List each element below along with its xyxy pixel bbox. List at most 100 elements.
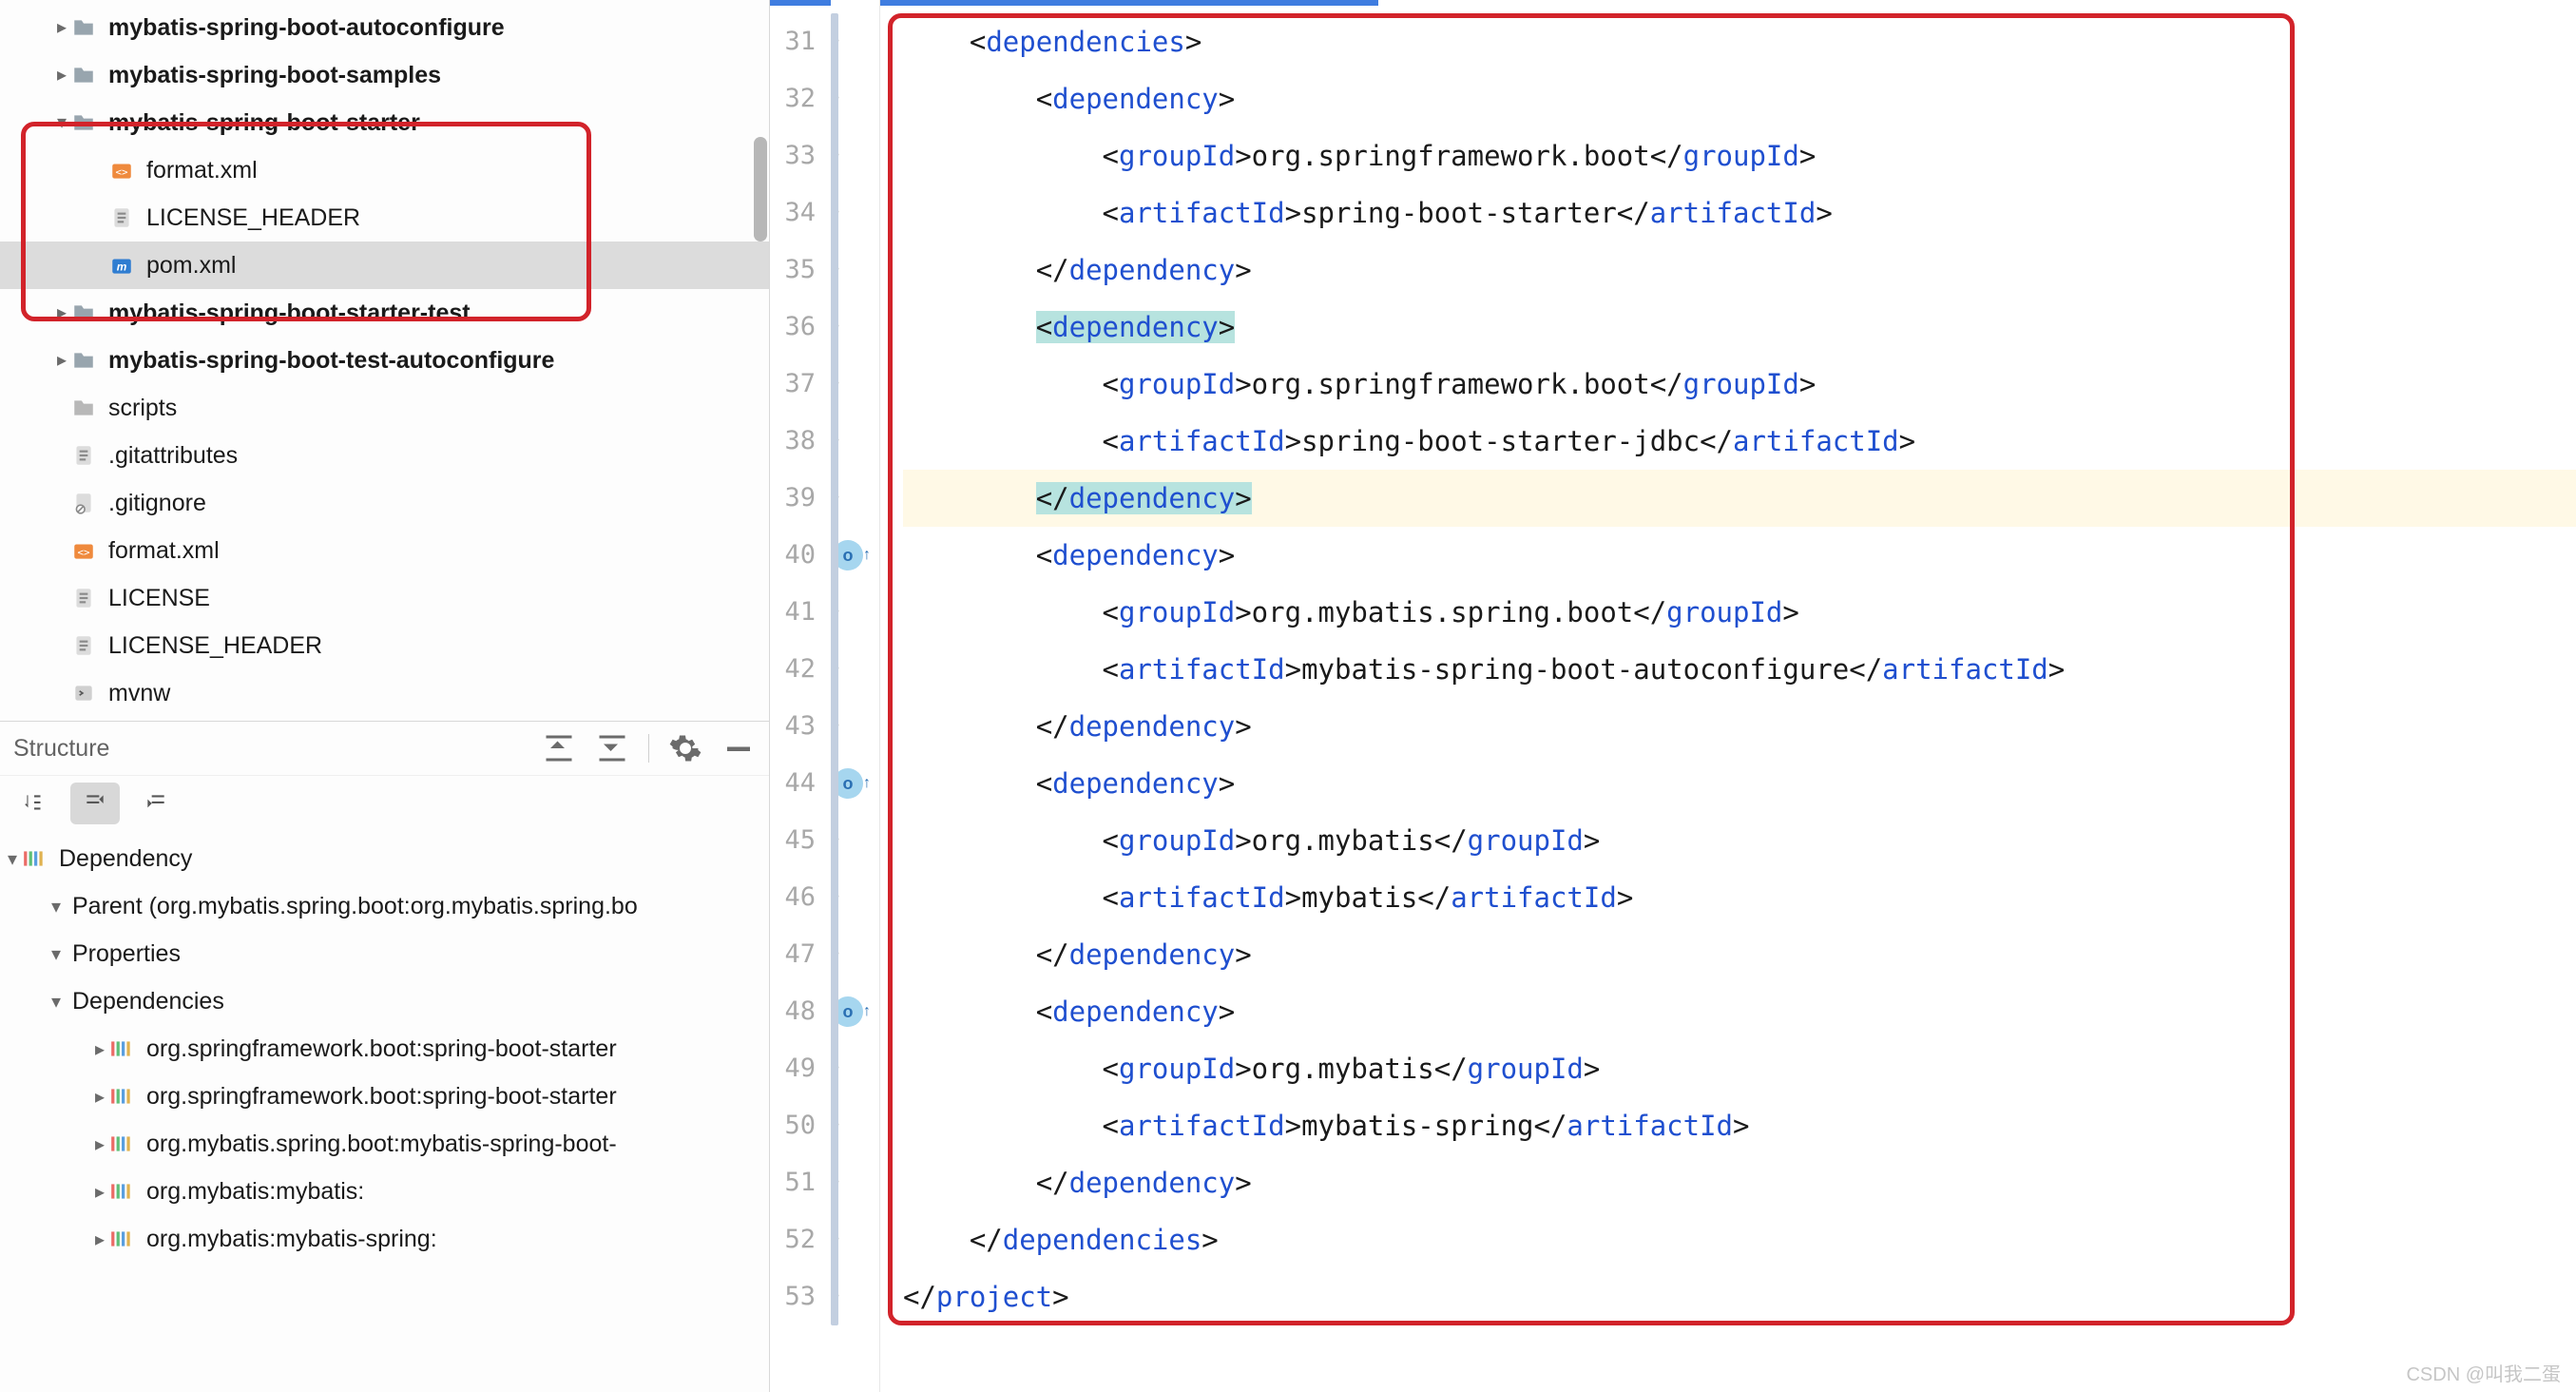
structure-item[interactable]: ▾Parent (org.mybatis.spring.boot:org.myb… <box>0 882 769 930</box>
line-number[interactable]: 51 <box>770 1154 831 1211</box>
tree-arrow-icon[interactable]: ▾ <box>48 895 65 918</box>
structure-item[interactable]: ▾Properties <box>0 930 769 977</box>
code-line[interactable]: <groupId>org.mybatis.spring.boot</groupI… <box>903 584 2576 641</box>
tree-arrow-icon[interactable]: ▾ <box>53 99 70 146</box>
code-line[interactable]: <artifactId>mybatis</artifactId> <box>903 869 2576 926</box>
tree-arrow-icon[interactable]: ▾ <box>4 847 21 871</box>
line-number[interactable]: 44 <box>770 755 831 812</box>
project-item[interactable]: ▾ mybatis-spring-boot-starter <box>0 99 769 146</box>
tree-arrow-icon[interactable]: ▸ <box>53 289 70 337</box>
code-line[interactable]: <artifactId>mybatis-spring-boot-autoconf… <box>903 641 2576 698</box>
line-number[interactable]: 53 <box>770 1268 831 1325</box>
line-number[interactable]: 33 <box>770 127 831 184</box>
expand-all-icon[interactable] <box>542 731 576 765</box>
line-number[interactable]: 32 <box>770 70 831 127</box>
gear-icon[interactable] <box>668 731 702 765</box>
line-number[interactable]: 38 <box>770 413 831 470</box>
line-number[interactable]: 45 <box>770 812 831 869</box>
code-line[interactable]: <artifactId>mybatis-spring</artifactId> <box>903 1097 2576 1154</box>
project-item[interactable]: ▸<>format.xml <box>0 146 769 194</box>
structure-item[interactable]: ▸org.mybatis.spring.boot:mybatis-spring-… <box>0 1120 769 1168</box>
line-number[interactable]: 48 <box>770 983 831 1040</box>
structure-item[interactable]: ▸org.springframework.boot:spring-boot-st… <box>0 1025 769 1073</box>
code-line[interactable]: <dependency> <box>903 70 2576 127</box>
code-line[interactable]: </dependency> <box>903 926 2576 983</box>
tree-arrow-icon[interactable]: ▸ <box>91 1085 108 1109</box>
code-line[interactable]: </dependency> <box>903 242 2576 299</box>
structure-tree[interactable]: ▾Dependency▾Parent (org.mybatis.spring.b… <box>0 831 769 1263</box>
code-line[interactable]: <groupId>org.mybatis</groupId> <box>903 1040 2576 1097</box>
project-item[interactable]: ▸.gitignore <box>0 479 769 527</box>
code-line[interactable]: <groupId>org.mybatis</groupId> <box>903 812 2576 869</box>
code-line[interactable]: </dependencies> <box>903 1211 2576 1268</box>
structure-item[interactable]: ▸org.mybatis:mybatis-spring: <box>0 1215 769 1263</box>
project-tree[interactable]: ▸mybatis-spring-boot-autoconfigure▸mybat… <box>0 0 769 721</box>
code-area[interactable]: <dependencies> <dependency> <groupId>org… <box>880 0 2576 1392</box>
structure-item[interactable]: ▸org.springframework.boot:spring-boot-st… <box>0 1073 769 1120</box>
code-line[interactable]: <dependency> <box>903 299 2576 356</box>
line-number[interactable]: 31 <box>770 13 831 70</box>
line-number[interactable]: 35 <box>770 242 831 299</box>
code-line[interactable]: <groupId>org.springframework.boot</group… <box>903 127 2576 184</box>
line-number[interactable]: 52 <box>770 1211 831 1268</box>
code-line[interactable]: </dependency> <box>903 1154 2576 1211</box>
project-item[interactable]: ▸mvnw <box>0 669 769 717</box>
arrow-up-icon: ↑ <box>863 547 871 564</box>
tree-arrow-icon[interactable]: ▸ <box>53 51 70 99</box>
line-number[interactable]: 46 <box>770 869 831 926</box>
project-item[interactable]: ▸LICENSE_HEADER <box>0 194 769 242</box>
project-item[interactable]: ▸mpom.xml <box>0 242 769 289</box>
scrollbar-thumb[interactable] <box>754 137 767 242</box>
project-item[interactable]: ▸mybatis-spring-boot-starter-test <box>0 289 769 337</box>
code-line[interactable]: <dependency> <box>903 983 2576 1040</box>
gutter[interactable]: 3132333435363738394041424344454647484950… <box>770 0 831 1392</box>
tree-arrow-icon[interactable]: ▸ <box>53 4 70 51</box>
line-number[interactable]: 49 <box>770 1040 831 1097</box>
line-number[interactable]: 34 <box>770 184 831 242</box>
project-item[interactable]: ▸mybatis-spring-boot-test-autoconfigure <box>0 337 769 384</box>
tree-arrow-icon[interactable]: ▸ <box>91 1132 108 1156</box>
code-line[interactable]: <groupId>org.springframework.boot</group… <box>903 356 2576 413</box>
code-line[interactable]: </project> <box>903 1268 2576 1325</box>
line-number[interactable]: 47 <box>770 926 831 983</box>
project-item[interactable]: ▸LICENSE <box>0 574 769 622</box>
code-line[interactable]: <dependencies> <box>903 13 2576 70</box>
item-label: mybatis-spring-boot-starter <box>108 99 420 146</box>
code-line[interactable]: </dependency> <box>903 470 2576 527</box>
structure-item[interactable]: ▾Dependencies <box>0 977 769 1025</box>
tree-arrow-icon[interactable]: ▸ <box>91 1228 108 1251</box>
line-number[interactable]: 40 <box>770 527 831 584</box>
line-number[interactable]: 41 <box>770 584 831 641</box>
structure-item[interactable]: ▸org.mybatis:mybatis: <box>0 1168 769 1215</box>
project-item[interactable]: ▸.gitattributes <box>0 432 769 479</box>
structure-item[interactable]: ▾Dependency <box>0 835 769 882</box>
project-item[interactable]: ▸LICENSE_HEADER <box>0 622 769 669</box>
project-item[interactable]: ▸mybatis-spring-boot-autoconfigure <box>0 4 769 51</box>
tree-arrow-icon[interactable]: ▸ <box>91 1180 108 1204</box>
collapse-all-icon[interactable] <box>595 731 629 765</box>
line-number[interactable]: 39 <box>770 470 831 527</box>
project-item[interactable]: ▸mybatis-spring-boot-samples <box>0 51 769 99</box>
line-number[interactable]: 50 <box>770 1097 831 1154</box>
tree-arrow-icon[interactable]: ▾ <box>48 942 65 966</box>
line-number[interactable]: 43 <box>770 698 831 755</box>
tree-arrow-icon[interactable]: ▸ <box>53 337 70 384</box>
project-item[interactable]: ▸<>format.xml <box>0 527 769 574</box>
code-line[interactable]: <artifactId>spring-boot-starter-jdbc</ar… <box>903 413 2576 470</box>
autoscroll-button[interactable] <box>70 783 120 824</box>
tree-arrow-icon[interactable]: ▸ <box>91 1037 108 1061</box>
code-line[interactable]: <dependency> <box>903 755 2576 812</box>
line-number[interactable]: 37 <box>770 356 831 413</box>
code-line[interactable]: </dependency> <box>903 698 2576 755</box>
minimize-icon[interactable] <box>721 731 756 765</box>
scroll-from-button[interactable] <box>131 783 181 824</box>
sort-alpha-button[interactable] <box>10 783 59 824</box>
project-item[interactable]: ▸scripts <box>0 384 769 432</box>
code-line[interactable]: <dependency> <box>903 527 2576 584</box>
tree-arrow-icon[interactable]: ▾ <box>48 990 65 1014</box>
line-number[interactable]: 42 <box>770 641 831 698</box>
marker-strip[interactable]: ▾▾▾▾▾▾▾▾▾o↑▾▾▾o↑▾▾▾o↑▾▾▾▾▾ <box>831 0 880 1392</box>
line-number[interactable]: 36 <box>770 299 831 356</box>
divider <box>648 734 649 763</box>
code-line[interactable]: <artifactId>spring-boot-starter</artifac… <box>903 184 2576 242</box>
